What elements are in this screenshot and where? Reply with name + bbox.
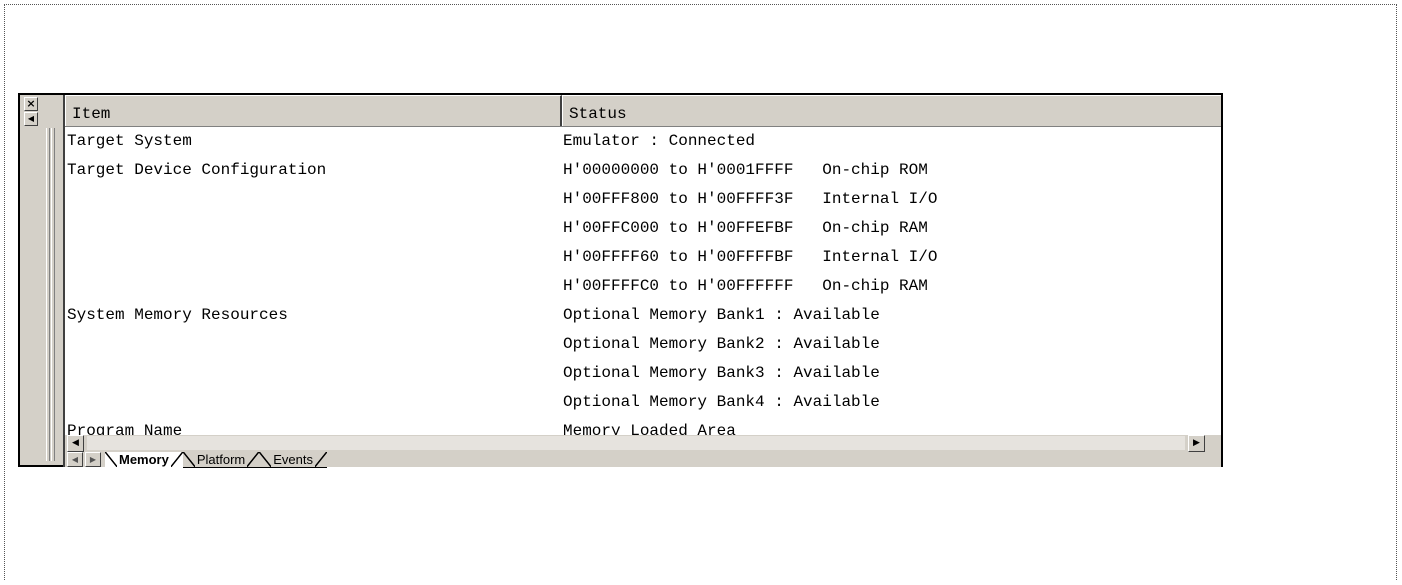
column-header-item[interactable]: Item bbox=[65, 95, 562, 126]
table-row[interactable]: Target System Emulator : Connected bbox=[65, 127, 1221, 156]
table-row[interactable]: H'00FFC000 to H'00FFEFBF On-chip RAM bbox=[65, 214, 1221, 243]
tab-events[interactable]: Events bbox=[259, 452, 328, 468]
column-header-status[interactable]: Status bbox=[562, 95, 1221, 126]
cell-status: H'00FFFF60 to H'00FFFFBF Internal I/O bbox=[563, 248, 938, 266]
tabs: Memory Platform Events bbox=[105, 452, 328, 468]
grip-line bbox=[46, 128, 50, 461]
horizontal-scrollbar[interactable]: ◀ ▶ bbox=[63, 435, 1221, 452]
cell-item bbox=[65, 243, 563, 272]
close-icon[interactable]: × bbox=[24, 97, 38, 111]
cell-status: H'00FFF800 to H'00FFFF3F Internal I/O bbox=[563, 190, 938, 208]
table-row[interactable]: System Memory Resources Optional Memory B… bbox=[65, 301, 1221, 330]
scroll-left-icon[interactable]: ◀ bbox=[67, 435, 84, 452]
scroll-track[interactable] bbox=[87, 436, 1185, 450]
status-table: Item Status Target System Emulator : Conn… bbox=[63, 95, 1221, 440]
cell-item: System Memory Resources bbox=[67, 306, 288, 324]
tab-next-icon[interactable]: ▶ bbox=[85, 452, 101, 467]
table-row[interactable]: Optional Memory Bank3 : Available bbox=[65, 359, 1221, 388]
cell-item: Target Device Configuration bbox=[67, 161, 327, 179]
cell-item bbox=[65, 272, 563, 301]
status-window: × ◀ Item Status Target System Emulator : … bbox=[18, 93, 1223, 468]
cell-item: Target System bbox=[67, 132, 192, 150]
cell-status: Optional Memory Bank1 : Available bbox=[563, 306, 880, 324]
table-row[interactable]: H'00FFF800 to H'00FFFF3F Internal I/O bbox=[65, 185, 1221, 214]
tab-prev-icon[interactable]: ◀ bbox=[67, 452, 83, 467]
tab-platform[interactable]: Platform bbox=[182, 452, 260, 468]
cell-item bbox=[65, 214, 563, 243]
scroll-right-icon[interactable]: ▶ bbox=[1188, 435, 1205, 452]
grip-line bbox=[51, 128, 55, 461]
table-body: Target System Emulator : Connected Target … bbox=[65, 127, 1221, 446]
cell-status: Emulator : Connected bbox=[563, 132, 756, 150]
cell-status: Optional Memory Bank2 : Available bbox=[563, 335, 880, 353]
tab-memory[interactable]: Memory bbox=[105, 452, 183, 467]
cell-status: Optional Memory Bank3 : Available bbox=[563, 364, 880, 382]
table-row[interactable]: Optional Memory Bank4 : Available bbox=[65, 388, 1221, 417]
collapse-icon[interactable]: ◀ bbox=[24, 112, 38, 126]
dock-grip[interactable]: × ◀ bbox=[20, 95, 55, 465]
table-row[interactable]: H'00FFFF60 to H'00FFFFBF Internal I/O bbox=[65, 243, 1221, 272]
cell-item bbox=[65, 388, 563, 417]
cell-status: H'00000000 to H'0001FFFF On-chip ROM bbox=[563, 161, 928, 179]
cell-item bbox=[65, 359, 563, 388]
cell-status: Optional Memory Bank4 : Available bbox=[563, 393, 880, 411]
table-row[interactable]: H'00FFFFC0 to H'00FFFFFF On-chip RAM bbox=[65, 272, 1221, 301]
table-row[interactable]: Target Device Configuration H'00000000 to… bbox=[65, 156, 1221, 185]
cell-status: H'00FFFFC0 to H'00FFFFFF On-chip RAM bbox=[563, 277, 928, 295]
table-row[interactable]: Optional Memory Bank2 : Available bbox=[65, 330, 1221, 359]
table-header: Item Status bbox=[65, 95, 1221, 127]
cell-item bbox=[65, 330, 563, 359]
cell-status: H'00FFC000 to H'00FFEFBF On-chip RAM bbox=[563, 219, 928, 237]
tab-bar: ◀ ▶ Memory Platform Events bbox=[63, 452, 1221, 468]
cell-item bbox=[65, 185, 563, 214]
